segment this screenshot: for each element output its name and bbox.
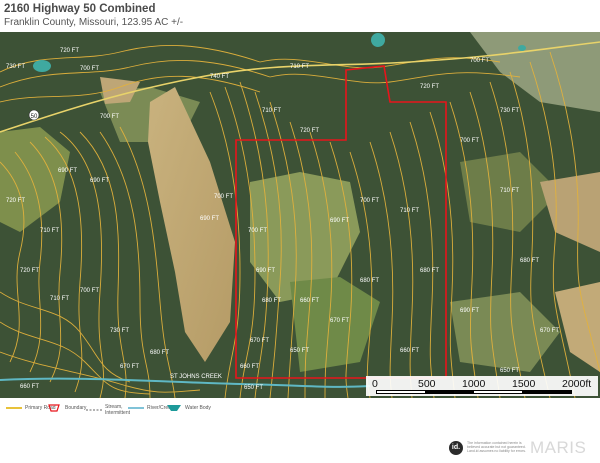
scale-bar xyxy=(376,390,572,394)
scale-bar-segment xyxy=(377,391,425,393)
maris-watermark: MARIS xyxy=(530,438,587,457)
scale-label-2000: 2000ft xyxy=(562,378,592,390)
contour-label: 710 FT xyxy=(40,228,59,234)
contour-label: 690 FT xyxy=(330,218,349,224)
contour-label: 720 FT xyxy=(20,268,39,274)
contour-label: 710 FT xyxy=(400,208,419,214)
contour-label: 700 FT xyxy=(80,66,99,72)
contour-label: 730 FT xyxy=(110,328,129,334)
scale-bar-panel: 0 500 1000 1500 2000ft xyxy=(366,376,598,396)
contour-label: 660 FT xyxy=(240,364,259,370)
map-legend: Primary Road Boundary Stream, Intermitte… xyxy=(0,398,600,463)
contour-label: 700 FT xyxy=(360,198,379,204)
pond xyxy=(371,33,385,47)
contour-label: 660 FT xyxy=(300,298,319,304)
contour-label: 700 FT xyxy=(100,114,119,120)
scale-label-500: 500 xyxy=(418,378,436,390)
contour-label: 670 FT xyxy=(120,364,139,370)
contour-label: 700 FT xyxy=(460,138,479,144)
contour-label: 720 FT xyxy=(300,128,319,134)
contour-label: 680 FT xyxy=(360,278,379,284)
contour-label: 680 FT xyxy=(150,350,169,356)
contour-label: 710 FT xyxy=(50,296,69,302)
contour-label: 730 FT xyxy=(500,108,519,114)
contour-label: 700 FT xyxy=(80,288,99,294)
contour-label: 650 FT xyxy=(290,348,309,354)
contour-label: 690 FT xyxy=(200,216,219,222)
contour-label: 720 FT xyxy=(60,48,79,54)
scale-label-1000: 1000 xyxy=(462,378,486,390)
contour-label: 690 FT xyxy=(256,268,275,274)
contour-label: 670 FT xyxy=(250,338,269,344)
land-id-logo: id. xyxy=(449,441,463,455)
dashed-line-icon xyxy=(86,409,102,411)
contour-label: 710 FT xyxy=(262,108,281,114)
contour-label: 710 FT xyxy=(500,188,519,194)
map-title: 2160 Highway 50 Combined xyxy=(4,3,156,15)
highway-shield-label: 50 xyxy=(31,114,38,120)
contour-label: 690 FT xyxy=(460,308,479,314)
contour-label: 710 FT xyxy=(290,64,309,70)
scale-label-1500: 1500 xyxy=(512,378,536,390)
contour-label: 700 FT xyxy=(470,58,489,64)
disclaimer-text: The information contained herein is beli… xyxy=(467,441,526,453)
contour-label: 670 FT xyxy=(330,318,349,324)
contour-label: 680 FT xyxy=(262,298,281,304)
pond xyxy=(33,60,51,72)
contour-label: 650 FT xyxy=(244,385,263,391)
map-header: 2160 Highway 50 Combined Franklin County… xyxy=(4,2,594,32)
contour-label: 690 FT xyxy=(90,178,109,184)
map-subtitle: Franklin County, Missouri, 123.95 AC +/- xyxy=(4,17,184,28)
contour-label: 660 FT xyxy=(400,348,419,354)
water-shape-icon xyxy=(167,405,181,411)
contour-label: 690 FT xyxy=(58,168,77,174)
scale-label-0: 0 xyxy=(372,378,378,390)
boundary-outline-icon xyxy=(48,404,60,412)
scale-bar-segment xyxy=(474,391,522,393)
legend-water-body: Water Body xyxy=(166,404,211,412)
solid-line-icon xyxy=(128,407,144,409)
contour-label: 660 FT xyxy=(20,384,39,390)
contour-label: 650 FT xyxy=(500,368,519,374)
contour-label: 720 FT xyxy=(6,198,25,204)
contour-label: 700 FT xyxy=(214,194,233,200)
creek-label: ST JOHNS CREEK xyxy=(170,374,222,380)
pond xyxy=(518,45,526,51)
contour-label: 720 FT xyxy=(420,84,439,90)
road-line-icon xyxy=(6,407,22,409)
contour-label: 680 FT xyxy=(420,268,439,274)
legend-label: Water Body xyxy=(185,405,211,411)
legend-label: Boundary xyxy=(65,405,87,411)
contour-label: 680 FT xyxy=(520,258,539,264)
satellite-map[interactable]: 50 ST JOHNS CREEK 720 FT 700 FT 730 FT 7… xyxy=(0,32,600,398)
contour-label: 730 FT xyxy=(6,64,25,70)
legend-boundary: Boundary xyxy=(46,404,86,412)
contour-label: 700 FT xyxy=(248,228,267,234)
contour-label: 670 FT xyxy=(540,328,559,334)
contour-label: 740 FT xyxy=(210,74,229,80)
map-canvas: 50 ST JOHNS CREEK 720 FT 700 FT 730 FT 7… xyxy=(0,32,600,398)
